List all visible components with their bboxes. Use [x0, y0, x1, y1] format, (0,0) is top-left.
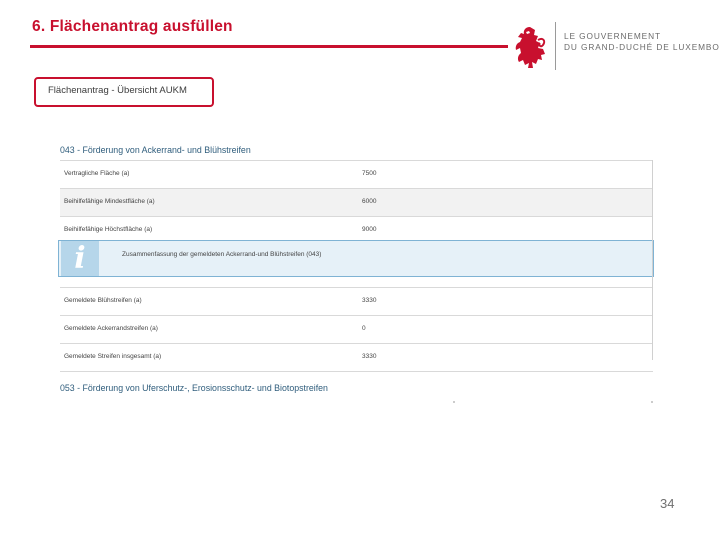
- luxembourg-lion-icon: [515, 27, 546, 68]
- row-value: 3330: [362, 297, 377, 304]
- artifact-dot: [453, 401, 455, 403]
- artifact-dot: [651, 401, 653, 403]
- row-value: 6000: [362, 198, 377, 205]
- row-label: Beihilfefähige Mindestfläche (a): [64, 198, 155, 205]
- row-value: 3330: [362, 353, 377, 360]
- table-row: Vertragliche Fläche (a) 7500: [60, 160, 653, 189]
- tab-label: Flächenantrag - Übersicht AUKM: [48, 85, 187, 96]
- slide-title: 6. Flächenantrag ausfüllen: [32, 18, 233, 35]
- table-row: Gemeldete Blühstreifen (a) 3330: [60, 287, 653, 316]
- logo-divider: [555, 22, 556, 70]
- logo-line-2: DU GRAND-DUCHÉ DE LUXEMBOURG: [564, 42, 720, 52]
- page-number: 34: [660, 496, 675, 511]
- table-row: Gemeldete Streifen insgesamt (a) 3330: [60, 344, 653, 372]
- row-label: Gemeldete Streifen insgesamt (a): [64, 353, 162, 360]
- government-logo-text: LE GOUVERNEMENT DU GRAND-DUCHÉ DE LUXEMB…: [564, 31, 720, 53]
- table-row: Gemeldete Ackerrandstreifen (a) 0: [60, 316, 653, 344]
- section-title-043: 043 - Förderung von Ackerrand- und Blühs…: [60, 145, 251, 155]
- title-underline: [30, 45, 508, 48]
- row-value: 7500: [362, 170, 377, 177]
- info-icon: i: [61, 241, 99, 276]
- summary-table: Gemeldete Blühstreifen (a) 3330 Gemeldet…: [60, 287, 653, 372]
- row-label: Gemeldete Ackerrandstreifen (a): [64, 325, 158, 332]
- section-title-053: 053 - Förderung von Uferschutz-, Erosion…: [60, 383, 328, 393]
- row-value: 0: [362, 325, 366, 332]
- tab-uebersicht-aukm[interactable]: Flächenantrag - Übersicht AUKM: [34, 77, 214, 107]
- logo-line-1: LE GOUVERNEMENT: [564, 31, 661, 41]
- row-label: Gemeldete Blühstreifen (a): [64, 297, 142, 304]
- row-label: Vertragliche Fläche (a): [64, 170, 130, 177]
- contract-area-table: Vertragliche Fläche (a) 7500 Beihilfefäh…: [60, 160, 653, 245]
- table-row: Beihilfefähige Mindestfläche (a) 6000: [60, 189, 653, 217]
- row-value: 9000: [362, 226, 377, 233]
- row-label: Beihilfefähige Höchstfläche (a): [64, 226, 153, 233]
- info-text: Zusammenfassung der gemeldeten Ackerrand…: [122, 251, 322, 258]
- info-banner: i Zusammenfassung der gemeldeten Ackerra…: [58, 240, 654, 277]
- table-right-border: [652, 160, 653, 360]
